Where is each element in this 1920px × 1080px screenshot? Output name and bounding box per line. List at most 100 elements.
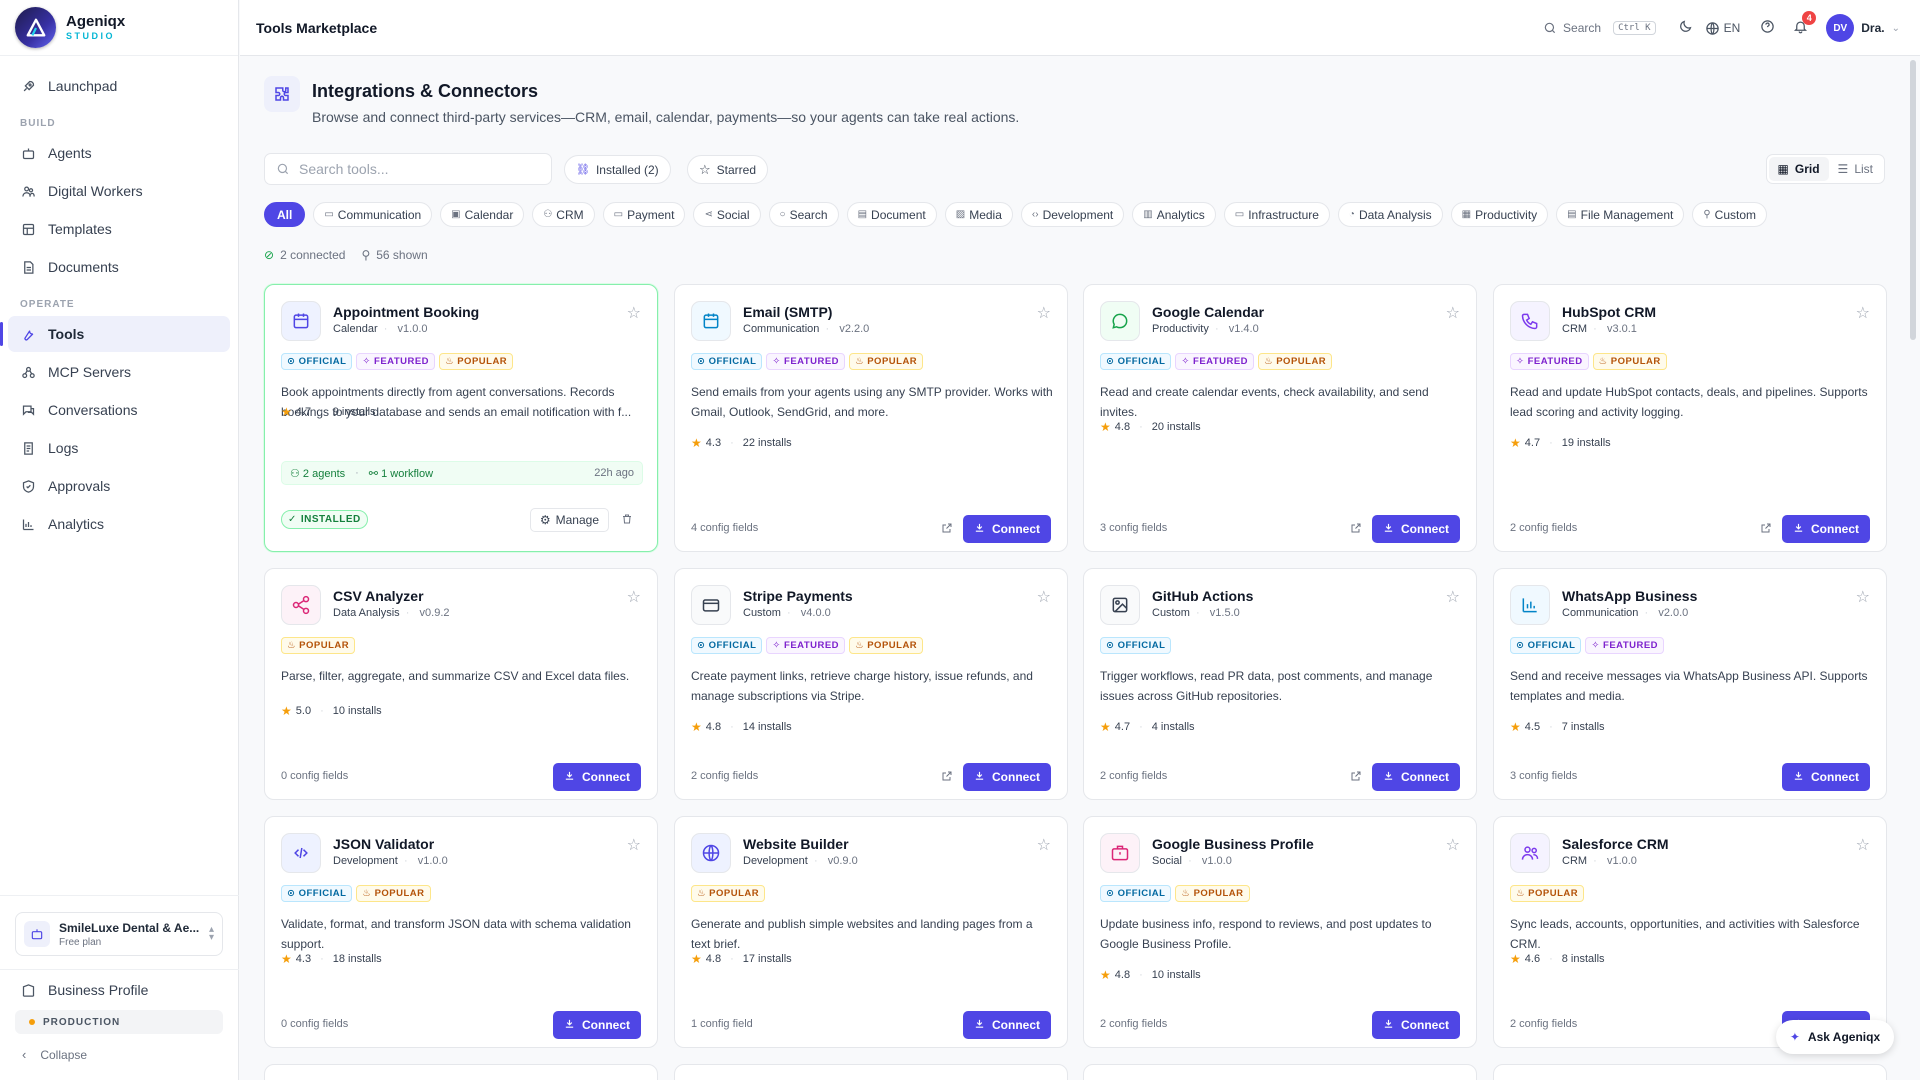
tool-search[interactable] [264, 153, 552, 185]
sidebar-item-tools[interactable]: Tools [0, 316, 230, 352]
manage-button[interactable]: ⚙ Manage [529, 508, 609, 532]
tool-meta: Productivity · v1.4.0 [1152, 323, 1259, 335]
grid-view-button[interactable]: ▦ Grid [1768, 157, 1829, 181]
connect-button[interactable]: Connect [963, 515, 1051, 543]
sidebar-item-label: Approvals [48, 478, 111, 494]
installed-badge: ✓ INSTALLED [281, 510, 368, 529]
sidebar-item-agents[interactable]: Agents [8, 135, 230, 171]
category-filter-data-analysis[interactable]: ◔ Data Analysis [1337, 202, 1443, 227]
category-filter-payment[interactable]: ▭ Payment [602, 202, 686, 227]
language-selector[interactable]: EN [1705, 21, 1740, 36]
sidebar-item-mcp-servers[interactable]: MCP Servers [8, 354, 230, 390]
category-filter-media[interactable]: ▨ Media [944, 202, 1013, 227]
star-icon[interactable]: ☆ [627, 835, 641, 855]
badge-label: FEATURED [374, 356, 430, 367]
star-icon[interactable]: ☆ [1446, 835, 1460, 855]
featured-icon: ✧ [1181, 356, 1194, 367]
connect-button[interactable]: Connect [963, 763, 1051, 791]
list-view-button[interactable]: ☰ List [1829, 157, 1882, 181]
agents-count[interactable]: ⚇ 2 agents [290, 467, 345, 480]
category-filter-search[interactable]: ○ Search [768, 202, 839, 227]
environment-label: PRODUCTION [43, 1016, 121, 1028]
star-icon[interactable]: ☆ [1037, 587, 1051, 607]
star-icon[interactable]: ☆ [1037, 835, 1051, 855]
external-link-icon[interactable] [1350, 522, 1362, 537]
connect-button[interactable]: Connect [1782, 515, 1870, 543]
connect-button[interactable]: Connect [1372, 763, 1460, 791]
star-icon[interactable]: ☆ [1446, 587, 1460, 607]
separator: · [320, 406, 324, 418]
sidebar-item-logs[interactable]: Logs [8, 430, 230, 466]
sidebar-item-approvals[interactable]: Approvals [8, 468, 230, 504]
scrollbar[interactable] [1910, 60, 1916, 340]
installed-filter-button[interactable]: ⛓ Installed (2) [564, 155, 671, 184]
sidebar-item-conversations[interactable]: Conversations [8, 392, 230, 428]
ask-ageniqx-button[interactable]: ✦ Ask Ageniqx [1776, 1020, 1894, 1054]
category-filter-analytics[interactable]: ▥ Analytics [1132, 202, 1216, 227]
external-link-icon[interactable] [1760, 522, 1772, 537]
search-input[interactable] [299, 161, 539, 177]
star-icon[interactable]: ☆ [1446, 303, 1460, 323]
star-filled-icon: ★ [1510, 952, 1521, 966]
separator: · [1549, 437, 1553, 449]
connect-button[interactable]: Connect [553, 1011, 641, 1039]
workflow-count[interactable]: ⚯ 1 workflow [369, 467, 433, 480]
connect-button[interactable]: Connect [1372, 1011, 1460, 1039]
category-filter-custom[interactable]: ⚲ Custom [1692, 202, 1767, 227]
star-icon[interactable]: ☆ [627, 587, 641, 607]
category-filter-development[interactable]: ‹› Development [1020, 202, 1125, 227]
notifications-button[interactable]: 4 [1793, 11, 1817, 37]
category-filter-communication[interactable]: ▭ Communication [313, 202, 433, 227]
featured-icon: ✧ [362, 356, 375, 367]
brand[interactable]: Ageniqx STUDIO [0, 0, 238, 56]
environment-badge[interactable]: PRODUCTION [15, 1010, 223, 1034]
tool-card: Website Builder Development · v0.9.0 ☆ ♨ PO… [674, 816, 1068, 1048]
theme-toggle-icon[interactable] [1678, 19, 1693, 37]
topbar: Tools Marketplace Search Ctrl K EN 4 DV … [240, 0, 1920, 56]
category-filter-all[interactable]: All [264, 202, 306, 227]
sidebar-item-documents[interactable]: Documents [8, 249, 230, 285]
category-filter-calendar[interactable]: ▣ Calendar [440, 202, 525, 227]
grid-icon: ▦ [1777, 162, 1789, 176]
divider [0, 969, 239, 970]
connect-button[interactable]: Connect [963, 1011, 1051, 1039]
category-filter-crm[interactable]: ⚇ CRM [532, 202, 595, 227]
official-badge: ⊙ OFFICIAL [1100, 885, 1172, 902]
global-search-button[interactable]: Search Ctrl K [1543, 21, 1656, 35]
star-icon[interactable]: ☆ [627, 303, 641, 323]
featured-badge: ✧ FEATURED [1175, 353, 1255, 370]
star-icon[interactable]: ☆ [1037, 303, 1051, 323]
sidebar-item-analytics[interactable]: Analytics [8, 506, 230, 542]
sidebar-item-launchpad[interactable]: Launchpad [8, 68, 230, 104]
category-filter-social[interactable]: ⋖ Social [693, 202, 761, 227]
star-icon[interactable]: ☆ [1856, 835, 1870, 855]
external-link-icon[interactable] [1350, 770, 1362, 785]
external-link-icon[interactable] [941, 770, 953, 785]
category-filter-document[interactable]: ▤ Document [846, 202, 937, 227]
external-link-icon[interactable] [941, 522, 953, 537]
connect-button[interactable]: Connect [1372, 515, 1460, 543]
badge-label: FEATURED [1527, 356, 1583, 367]
workspace-switcher[interactable]: SmileLuxe Dental & Ae... Free plan ▴ ▾ [15, 912, 223, 956]
starred-filter-button[interactable]: ☆ Starred [687, 155, 769, 184]
connect-button[interactable]: Connect [553, 763, 641, 791]
sidebar-item-digital-workers[interactable]: Digital Workers [8, 173, 230, 209]
install-count: 20 installs [1151, 421, 1201, 433]
trash-icon[interactable] [621, 513, 633, 528]
category-filter-file-management[interactable]: ▤ File Management [1556, 202, 1685, 227]
sidebar-item-business-profile[interactable]: Business Profile [8, 972, 231, 1008]
help-icon[interactable] [1760, 19, 1775, 37]
category-icon: ◔ [1348, 209, 1355, 220]
category-label: Productivity [1475, 207, 1538, 222]
sidebar-item-templates[interactable]: Templates [8, 211, 230, 247]
star-icon[interactable]: ☆ [1856, 587, 1870, 607]
official-badge: ⊙ OFFICIAL [1100, 637, 1172, 654]
tool-version: v2.0.0 [1658, 607, 1689, 619]
rating-row: ★ 4.6 · 8 installs [1510, 952, 1605, 966]
category-filter-productivity[interactable]: ▦ Productivity [1450, 202, 1549, 227]
connect-button[interactable]: Connect [1782, 763, 1870, 791]
star-icon[interactable]: ☆ [1856, 303, 1870, 323]
category-filter-infrastructure[interactable]: ▭ Infrastructure [1223, 202, 1330, 227]
user-menu[interactable]: DV Dra. ⌄ [1826, 14, 1900, 42]
collapse-button[interactable]: ‹ Collapse [22, 1047, 87, 1062]
